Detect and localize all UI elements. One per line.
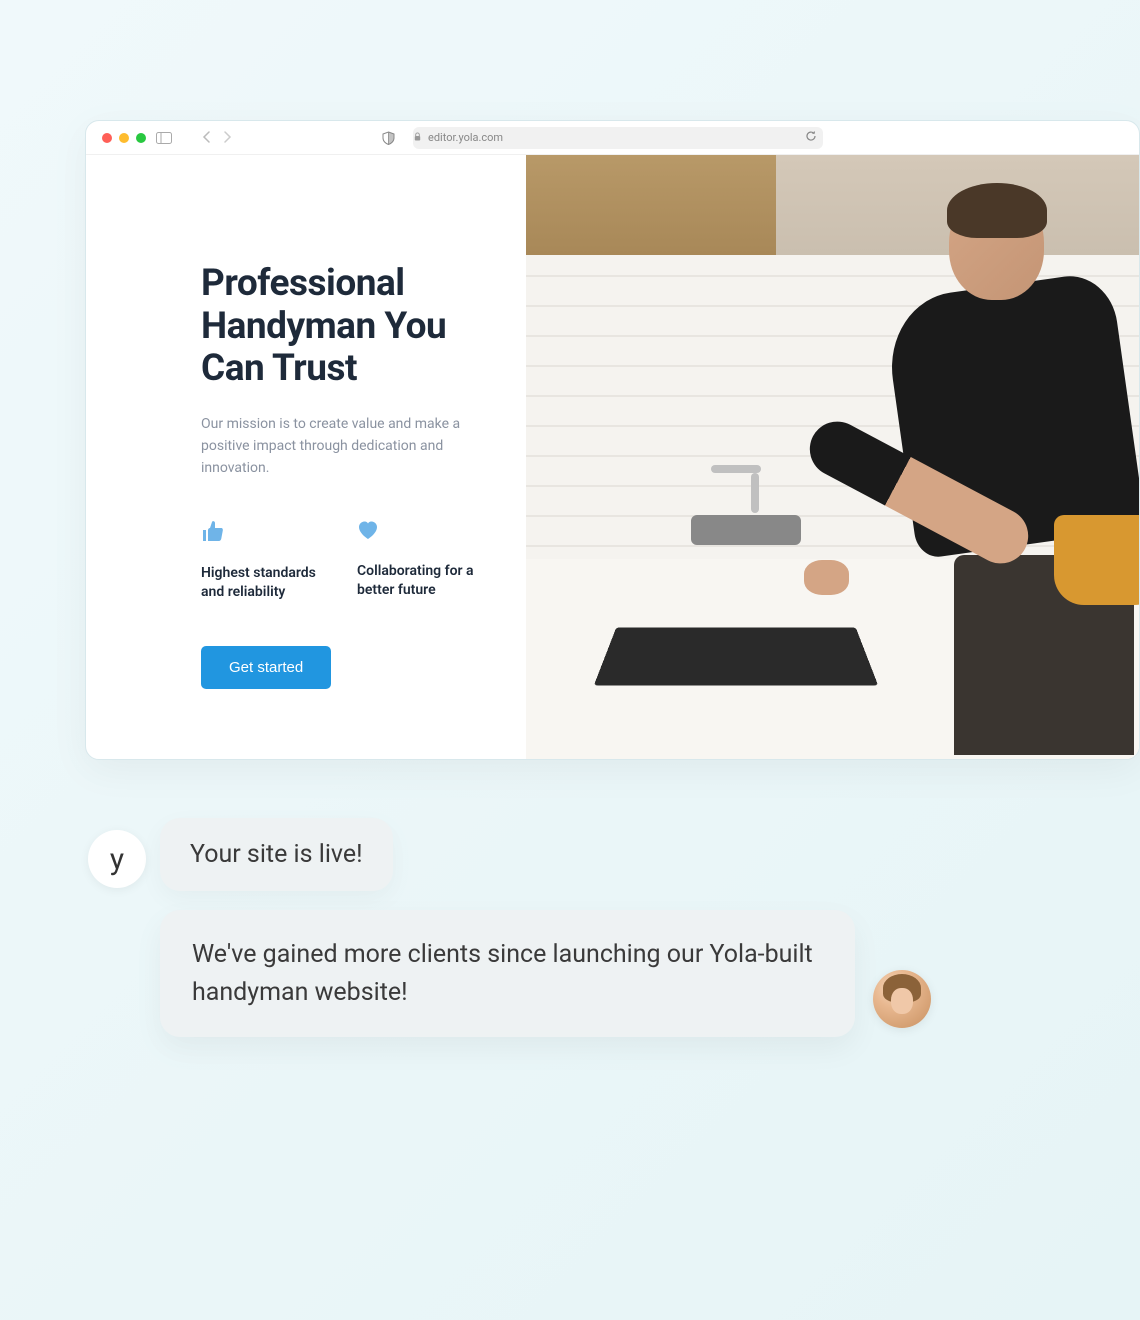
hero-image <box>526 155 1139 759</box>
address-bar[interactable]: editor.yola.com <box>413 127 823 149</box>
chat-message-bot: Your site is live! <box>160 818 393 891</box>
close-window-icon[interactable] <box>102 133 112 143</box>
forward-icon[interactable] <box>223 128 232 147</box>
chat-message-text: Your site is live! <box>190 840 363 869</box>
feature-text: Highest standards and reliability <box>201 564 321 602</box>
get-started-button[interactable]: Get started <box>201 646 331 689</box>
features-row: Highest standards and reliability Collab… <box>201 520 486 602</box>
url-text: editor.yola.com <box>428 131 503 144</box>
back-icon[interactable] <box>202 128 211 147</box>
feature-item: Highest standards and reliability <box>201 520 321 602</box>
feature-item: Collaborating for a better future <box>357 520 477 602</box>
nav-arrows <box>202 128 232 147</box>
window-controls <box>102 133 146 143</box>
bot-avatar-letter: y <box>110 842 124 877</box>
browser-window: editor.yola.com Professional Handyman Yo… <box>85 120 1140 760</box>
hero-title: Professional Handyman You Can Trust <box>201 263 486 391</box>
bot-avatar: y <box>88 830 146 888</box>
thumbs-up-icon <box>201 520 321 548</box>
heart-icon <box>357 520 477 546</box>
user-avatar <box>873 970 931 1028</box>
website-preview: Professional Handyman You Can Trust Our … <box>86 155 1139 759</box>
shield-icon[interactable] <box>382 131 395 145</box>
maximize-window-icon[interactable] <box>136 133 146 143</box>
sidebar-toggle-icon[interactable] <box>156 132 172 144</box>
hero-section: Professional Handyman You Can Trust Our … <box>86 155 526 759</box>
hero-subtitle: Our mission is to create value and make … <box>201 413 461 480</box>
browser-toolbar: editor.yola.com <box>86 121 1139 155</box>
chat-message-text: We've gained more clients since launchin… <box>192 940 813 1007</box>
chat-message-user: We've gained more clients since launchin… <box>160 910 855 1037</box>
lock-icon <box>413 131 422 144</box>
feature-text: Collaborating for a better future <box>357 562 477 600</box>
minimize-window-icon[interactable] <box>119 133 129 143</box>
reload-icon[interactable] <box>805 130 817 146</box>
